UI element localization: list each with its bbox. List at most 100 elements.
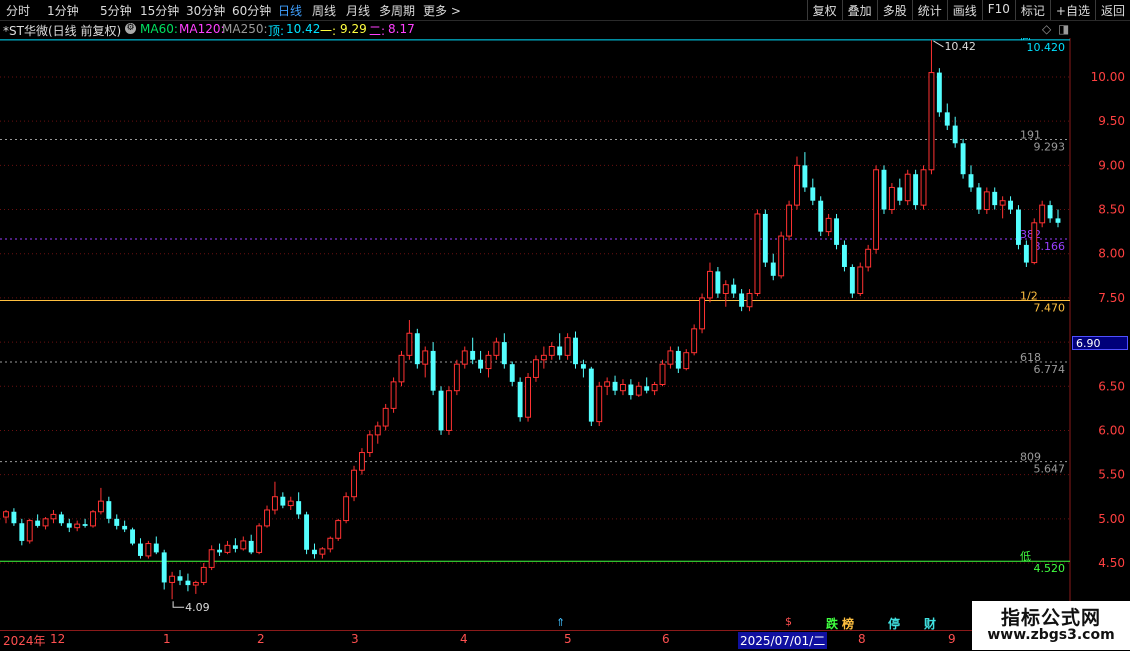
candle-body: [873, 169, 880, 250]
candle-body: [430, 350, 436, 391]
candle-body: [770, 262, 776, 276]
marker-cai[interactable]: 财: [924, 615, 936, 632]
fib-value: 9.293: [1034, 140, 1066, 153]
y-tick-label: 8.00: [1098, 247, 1125, 261]
period-tab-daily[interactable]: 日线: [278, 2, 302, 19]
fib-label: 低: [1020, 550, 1031, 563]
candle-body: [248, 540, 254, 553]
period-tab-60min[interactable]: 60分钟: [232, 2, 271, 19]
stats-button[interactable]: 统计: [911, 0, 947, 20]
candle-body: [485, 354, 492, 370]
candle-body: [138, 543, 143, 556]
candle-body: [217, 549, 223, 553]
candle-body: [145, 543, 152, 557]
candle-body: [548, 346, 555, 356]
x-tick: 2: [257, 632, 265, 646]
candle-body: [161, 552, 167, 583]
x-tick: 2024年: [3, 634, 46, 648]
fib-value: 8.166: [1034, 240, 1066, 253]
window-toggle-icon[interactable]: ◨: [1058, 22, 1069, 36]
more-menu[interactable]: 更多 >: [423, 2, 461, 19]
candle-body: [106, 501, 112, 519]
high-annotation: 10.42: [944, 40, 976, 53]
candle-body: [271, 496, 278, 511]
marker-die[interactable]: 跌: [826, 615, 838, 632]
candle-body: [794, 164, 800, 206]
x-tick: 12: [50, 632, 66, 646]
candle-body: [968, 174, 974, 188]
period-tab-5min[interactable]: 5分钟: [100, 2, 132, 19]
candle-body: [699, 297, 706, 330]
watermark: 指标公式网 www.zbgs3.com: [972, 601, 1130, 650]
candle-body: [1031, 222, 1038, 264]
candle-body: [936, 72, 942, 113]
period-tab-monthly[interactable]: 月线: [346, 2, 370, 19]
candle-body: [312, 549, 317, 555]
y-tick-label: 9.00: [1098, 158, 1125, 172]
candle-body: [438, 390, 444, 431]
candle-body: [319, 548, 326, 555]
period-tab-30min[interactable]: 30分钟: [186, 2, 225, 19]
ma60-label: MA60:: [140, 22, 178, 36]
diamond-icon[interactable]: ◇: [1042, 22, 1051, 36]
candle-body: [999, 200, 1006, 206]
candle-body: [722, 284, 729, 294]
candle-body: [240, 540, 247, 550]
candle-body: [976, 187, 982, 210]
candle-body: [358, 452, 365, 471]
multi-stock-button[interactable]: 多股: [876, 0, 912, 20]
mark-button[interactable]: 标记: [1014, 0, 1050, 20]
candle-body: [881, 169, 887, 210]
overlay-button[interactable]: 叠加: [841, 0, 877, 20]
dollar-icon: $: [785, 615, 792, 628]
candle-body: [153, 543, 159, 553]
f10-button[interactable]: F10: [981, 0, 1015, 20]
period-tab-1min[interactable]: 1分钟: [47, 2, 79, 19]
ma250-label: MA250:: [222, 22, 268, 36]
stock-title[interactable]: *ST华微(日线 前复权): [3, 22, 121, 39]
watermark-title: 指标公式网: [1000, 607, 1101, 629]
candle-body: [114, 518, 120, 526]
x-tick: 1: [163, 632, 171, 646]
settings-gear-icon[interactable]: ⚙: [125, 23, 136, 34]
period-tab-15min[interactable]: 15分钟: [140, 2, 179, 19]
candle-body: [944, 112, 950, 126]
candle-body: [343, 496, 350, 522]
back-button[interactable]: 返回: [1094, 0, 1130, 20]
candle-body: [50, 513, 57, 520]
candle-body: [604, 381, 611, 387]
x-tick: 9: [948, 632, 956, 646]
candle-body: [928, 72, 935, 171]
candle-body: [366, 434, 373, 454]
candle-body: [691, 328, 698, 354]
up-arrow-icon: ⇑: [556, 616, 566, 629]
period-tab-weekly[interactable]: 周线: [312, 2, 336, 19]
y-tick-label: 8.50: [1098, 203, 1125, 217]
y-axis-ticks: 10.009.509.008.508.007.507.006.506.005.5…: [1091, 70, 1125, 570]
candle-body: [42, 518, 49, 527]
candle-body: [739, 293, 745, 307]
candle-body: [192, 581, 199, 586]
candle-body: [224, 544, 231, 553]
candle-body: [1039, 204, 1046, 224]
candle-body: [264, 509, 270, 527]
kline-chart[interactable]: 高10.4201919.2933828.1661/27.4706186.7748…: [0, 38, 1130, 630]
marker-ting[interactable]: 停: [888, 615, 900, 632]
y-tick-label: 6.00: [1098, 423, 1125, 437]
fib-value: 7.470: [1034, 302, 1066, 315]
add-watchlist-button[interactable]: +自选: [1049, 0, 1095, 20]
candle-body: [461, 350, 468, 365]
candle-body: [588, 368, 594, 422]
x-tick: 3: [351, 632, 359, 646]
marker-bang[interactable]: 榜: [842, 615, 854, 632]
fuquan-button[interactable]: 复权: [806, 0, 842, 20]
candle-body: [1047, 205, 1053, 219]
candle-body: [952, 125, 958, 144]
candle-body: [983, 191, 990, 211]
fib-value: 6.774: [1034, 363, 1066, 376]
period-tab-fenshi[interactable]: 分时: [6, 2, 30, 19]
period-tab-multi[interactable]: 多周期: [379, 2, 415, 19]
candle-body: [493, 341, 500, 356]
top-label: 顶:: [268, 24, 285, 38]
draw-line-button[interactable]: 画线: [946, 0, 982, 20]
